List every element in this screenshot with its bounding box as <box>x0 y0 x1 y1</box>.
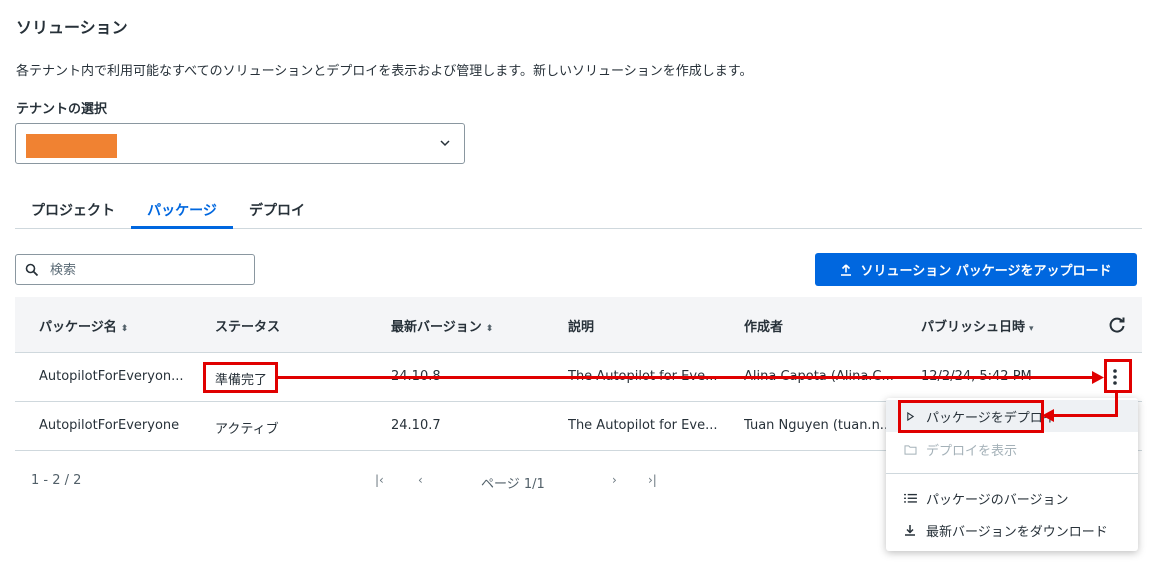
cell-name: AutopilotForEveryone <box>39 418 180 433</box>
table-header: パッケージ名 ⬍ ステータス 最新バージョン ⬍ 説明 作成者 パブリッシュ日時 ▾ <box>15 297 1142 353</box>
upload-package-button[interactable]: ソリューション パッケージをアップロード <box>815 253 1137 286</box>
tenant-select[interactable] <box>15 123 465 164</box>
tab-deployments[interactable]: デプロイ <box>237 192 317 229</box>
menu-item-label: 最新バージョンをダウンロード <box>926 524 1108 540</box>
column-header-published[interactable]: パブリッシュ日時 ▾ <box>921 316 1034 335</box>
last-page-button[interactable]: ›| <box>648 473 657 487</box>
next-page-button[interactable]: › <box>612 473 617 487</box>
download-icon <box>903 523 917 537</box>
sort-icon: ⬍ <box>485 324 494 334</box>
tabs: プロジェクト パッケージ デプロイ <box>15 192 1142 229</box>
first-page-button[interactable]: |‹ <box>375 473 384 487</box>
highlight-deploy-menu-item <box>898 400 1044 433</box>
tenant-label: テナントの選択 <box>16 102 108 117</box>
pagination-range: 1 - 2 / 2 <box>31 473 82 488</box>
highlight-status-box <box>203 362 278 393</box>
column-header-name[interactable]: パッケージ名 ⬍ <box>39 316 128 335</box>
menu-item-package-versions[interactable]: パッケージのバージョン <box>886 482 1138 514</box>
cell-status: アクティブ <box>215 422 279 437</box>
page-indicator: ページ 1/1 <box>481 477 545 492</box>
column-header-status: ステータス <box>215 320 281 335</box>
annotation-connector-horizontal <box>1052 414 1118 417</box>
chevron-down-icon <box>440 140 450 147</box>
column-header-version[interactable]: 最新バージョン ⬍ <box>391 316 493 335</box>
search-box <box>15 254 255 285</box>
sort-icon: ⬍ <box>120 324 129 334</box>
list-icon <box>903 491 917 505</box>
tenant-value-redacted <box>26 134 117 158</box>
upload-button-label: ソリューション パッケージをアップロード <box>860 264 1112 279</box>
column-header-author: 作成者 <box>744 320 784 335</box>
tab-packages[interactable]: パッケージ <box>131 192 233 229</box>
column-header-description: 説明 <box>568 320 595 335</box>
menu-item-label: デプロイを表示 <box>926 443 1018 459</box>
prev-page-button[interactable]: ‹ <box>418 473 423 487</box>
search-icon <box>25 263 39 277</box>
annotation-arrow-head <box>1092 371 1104 384</box>
sort-icon: ▾ <box>1029 324 1034 334</box>
annotation-arrow-line <box>278 376 1094 379</box>
page-title: ソリューション <box>16 18 128 37</box>
cell-description: The Autopilot for Eve... <box>568 418 718 433</box>
upload-icon <box>841 263 852 276</box>
refresh-icon[interactable] <box>1107 315 1127 335</box>
highlight-more-button <box>1104 359 1132 393</box>
tab-projects[interactable]: プロジェクト <box>19 192 127 229</box>
menu-item-view-deployments: デプロイを表示 <box>886 433 1138 465</box>
cell-author: Tuan Nguyen (tuan.n... <box>744 418 893 433</box>
menu-item-label: パッケージのバージョン <box>926 492 1069 508</box>
menu-item-download-latest[interactable]: 最新バージョンをダウンロード <box>886 514 1138 546</box>
cell-name: AutopilotForEveryon... <box>39 369 184 384</box>
folder-icon <box>903 442 917 456</box>
menu-divider <box>886 473 1138 474</box>
pagination: 1 - 2 / 2 |‹ ‹ ページ 1/1 › ›| <box>15 460 715 500</box>
page-description: 各テナント内で利用可能なすべてのソリューションとデプロイを表示および管理します。… <box>16 64 753 79</box>
search-input[interactable] <box>50 260 245 280</box>
cell-version: 24.10.7 <box>391 418 441 433</box>
